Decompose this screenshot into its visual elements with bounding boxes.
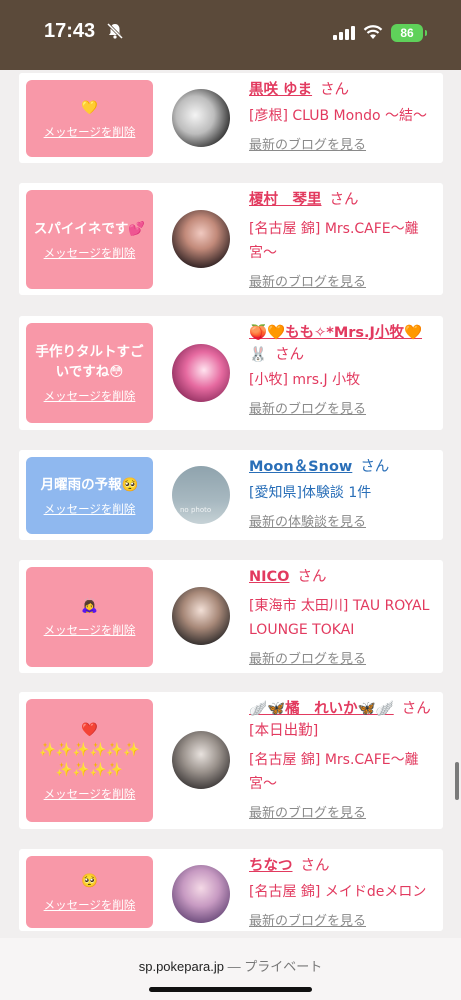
delete-message-link[interactable]: メッセージを削除 xyxy=(44,897,136,913)
cast-name-link[interactable]: ちなつ xyxy=(249,858,293,874)
latest-blog-link[interactable]: 最新のブログを見る xyxy=(249,134,439,153)
separator: — xyxy=(224,959,245,974)
latest-blog-link[interactable]: 最新のブログを見る xyxy=(249,398,439,417)
cellular-signal-icon xyxy=(333,26,355,40)
cast-name-link[interactable]: NICO xyxy=(249,569,290,585)
no-photo-label: no photo xyxy=(180,506,212,514)
scrollbar[interactable] xyxy=(455,762,459,800)
status-bar: 17:43 86 xyxy=(0,0,461,70)
message-card: 🙇‍♀️ メッセージを削除 NICO さん [東海市 太田川] TAU ROYAL… xyxy=(19,560,443,673)
message-card: 月曜雨の予報🥺 メッセージを削除 no photo Moon＆Snow さん [愛… xyxy=(19,450,443,540)
message-bubble: ❤️ ✨✨✨✨✨✨ ✨✨✨✨ メッセージを削除 xyxy=(26,699,153,822)
shop-label: [名古屋 錦] Mrs.CAFE〜離宮〜 xyxy=(249,752,419,792)
shop-label: [彦根] CLUB Mondo 〜結〜 xyxy=(249,108,427,124)
cast-info: ちなつ さん [名古屋 錦] メイドdeメロン 最新のブログを見る xyxy=(249,855,439,929)
message-bubble: 月曜雨の予報🥺 メッセージを削除 xyxy=(26,457,153,534)
honorific: さん xyxy=(300,858,330,874)
delete-message-link[interactable]: メッセージを削除 xyxy=(44,786,136,802)
avatar[interactable] xyxy=(172,731,230,789)
message-text: 手作りタルトすご いですね😳 xyxy=(35,344,144,380)
shop-label: [小牧] mrs.J 小牧 xyxy=(249,372,361,388)
url-display[interactable]: sp.pokepara.jp — プライベート xyxy=(0,956,461,975)
honorific: さん xyxy=(320,82,350,98)
latest-blog-link[interactable]: 最新のブログを見る xyxy=(249,802,439,821)
shop-label: [東海市 太田川] TAU ROYAL LOUNGE TOKAI xyxy=(249,598,430,638)
honorific: さん xyxy=(297,569,327,585)
message-bubble: スパイイネです💕 メッセージを削除 xyxy=(26,190,153,289)
honorific: さん xyxy=(360,459,390,475)
avatar[interactable] xyxy=(172,89,230,147)
review-count-label: [愛知県]体験談 1件 xyxy=(249,485,372,501)
cast-name-link[interactable]: 🍑🧡もも✧*Mrs.J小牧🧡 xyxy=(249,325,422,341)
browser-address-bar[interactable]: sp.pokepara.jp — プライベート xyxy=(0,938,461,1000)
avatar[interactable] xyxy=(172,587,230,645)
cast-info: 🪽🦋橘 れいか🦋🪽 さん[本日出勤] [名古屋 錦] Mrs.CAFE〜離宮〜 最… xyxy=(249,698,439,821)
latest-blog-link[interactable]: 最新のブログを見る xyxy=(249,910,439,929)
delete-message-link[interactable]: メッセージを削除 xyxy=(44,622,136,638)
message-bubble: 💛 メッセージを削除 xyxy=(26,80,153,157)
delete-message-link[interactable]: メッセージを削除 xyxy=(44,388,136,404)
honorific: さん xyxy=(329,192,359,208)
cast-info: 榎村 琴里 さん [名古屋 錦] Mrs.CAFE〜離宮〜 最新のブログを見る xyxy=(249,189,439,290)
message-card: 💛 メッセージを削除 黒咲 ゆま さん [彦根] CLUB Mondo 〜結〜 最… xyxy=(19,73,443,163)
delete-message-link[interactable]: メッセージを削除 xyxy=(44,501,136,517)
wifi-icon xyxy=(363,25,383,39)
avatar[interactable] xyxy=(172,865,230,923)
domain-text: sp.pokepara.jp xyxy=(138,959,225,974)
message-text: スパイイネです💕 xyxy=(33,220,146,237)
cast-info: Moon＆Snow さん [愛知県]体験談 1件 最新の体験談を見る xyxy=(249,456,439,530)
avatar[interactable]: no photo xyxy=(172,466,230,524)
message-text: 🥺 xyxy=(81,873,98,889)
delete-message-link[interactable]: メッセージを削除 xyxy=(44,245,136,261)
message-card: ❤️ ✨✨✨✨✨✨ ✨✨✨✨ メッセージを削除 🪽🦋橘 れいか🦋🪽 さん[本日出勤… xyxy=(19,692,443,829)
cast-name-link[interactable]: 🪽🦋橘 れいか🦋🪽 xyxy=(249,701,394,717)
message-card: スパイイネです💕 メッセージを削除 榎村 琴里 さん [名古屋 錦] Mrs.CA… xyxy=(19,183,443,295)
message-text: ❤️ ✨✨✨✨✨✨ ✨✨✨✨ xyxy=(39,721,140,778)
battery-indicator: 86 xyxy=(391,24,427,42)
cast-info: 🍑🧡もも✧*Mrs.J小牧🧡 🐰 さん [小牧] mrs.J 小牧 最新のブログを見… xyxy=(249,322,439,417)
message-bubble: 🥺 メッセージを削除 xyxy=(26,856,153,928)
message-text: 🙇‍♀️ xyxy=(81,598,98,614)
honorific: さん xyxy=(275,347,305,363)
cast-name-link[interactable]: 黒咲 ゆま xyxy=(249,82,312,98)
private-mode-label: プライベート xyxy=(244,959,323,974)
message-card: 🥺 メッセージを削除 ちなつ さん [名古屋 錦] メイドdeメロン 最新のブログ… xyxy=(19,849,443,931)
cast-info: 黒咲 ゆま さん [彦根] CLUB Mondo 〜結〜 最新のブログを見る xyxy=(249,79,439,153)
message-text: 月曜雨の予報🥺 xyxy=(40,476,139,493)
latest-blog-link[interactable]: 最新のブログを見る xyxy=(249,648,439,667)
home-indicator[interactable] xyxy=(149,987,312,992)
cast-info: NICO さん [東海市 太田川] TAU ROYAL LOUNGE TOKAI … xyxy=(249,566,439,667)
message-bubble: 🙇‍♀️ メッセージを削除 xyxy=(26,567,153,667)
avatar[interactable] xyxy=(172,210,230,268)
message-bubble: 手作りタルトすご いですね😳 メッセージを削除 xyxy=(26,323,153,423)
shop-label: [名古屋 錦] メイドdeメロン xyxy=(249,884,427,900)
clock: 17:43 xyxy=(44,20,96,42)
reviewer-name-link[interactable]: Moon＆Snow xyxy=(249,459,352,475)
name-emoji: 🐰 xyxy=(249,347,268,363)
avatar[interactable] xyxy=(172,344,230,402)
message-text: 💛 xyxy=(81,99,98,116)
cast-name-link[interactable]: 榎村 琴里 xyxy=(249,192,322,208)
shop-label: [名古屋 錦] Mrs.CAFE〜離宮〜 xyxy=(249,221,419,261)
latest-blog-link[interactable]: 最新のブログを見る xyxy=(249,271,439,290)
bell-muted-icon xyxy=(106,22,124,40)
latest-review-link[interactable]: 最新の体験談を見る xyxy=(249,511,439,530)
message-card: 手作りタルトすご いですね😳 メッセージを削除 🍑🧡もも✧*Mrs.J小牧🧡 🐰 さ… xyxy=(19,316,443,430)
delete-message-link[interactable]: メッセージを削除 xyxy=(44,124,136,140)
